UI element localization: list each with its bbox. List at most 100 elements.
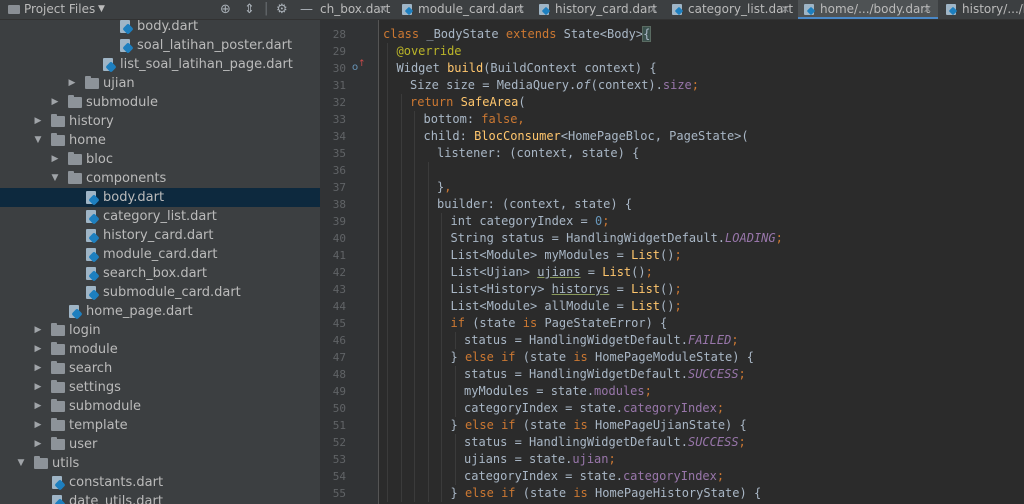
- tree-folder[interactable]: ▶ module: [0, 340, 320, 359]
- chevron-down-icon[interactable]: ▼: [33, 131, 43, 150]
- dart-file-icon: [119, 20, 133, 33]
- chevron-right-icon[interactable]: ▶: [33, 416, 43, 435]
- editor-tab[interactable]: module_card.dart ✕: [396, 0, 531, 19]
- implements-arrow-icon[interactable]: ↑: [358, 60, 366, 69]
- toolbar-separator: |: [264, 1, 269, 16]
- collapse-icon[interactable]: ⇕: [244, 1, 255, 18]
- line-number: 34: [332, 130, 346, 143]
- tree-file[interactable]: module_card.dart: [0, 245, 320, 264]
- chevron-right-icon[interactable]: ▶: [50, 93, 60, 112]
- tree-file[interactable]: list_soal_latihan_page.dart: [0, 55, 320, 74]
- close-icon[interactable]: ✕: [649, 0, 658, 19]
- chevron-right-icon[interactable]: ▶: [33, 321, 43, 340]
- code-token: (context).: [590, 78, 663, 92]
- code-token: ;: [691, 78, 700, 92]
- tree-folder[interactable]: ▶ bloc: [0, 150, 320, 169]
- tree-folder[interactable]: ▶ user: [0, 435, 320, 454]
- line-number: 45: [332, 317, 346, 330]
- code-token: class: [383, 27, 427, 41]
- tree-folder[interactable]: ▶ settings: [0, 378, 320, 397]
- folder-icon: [51, 133, 65, 146]
- indent-guide: [441, 213, 442, 502]
- close-icon[interactable]: ✕: [516, 0, 525, 19]
- editor-tab[interactable]: history_card.dart ✕: [533, 0, 664, 19]
- tree-item-label: submodule_card.dart: [103, 285, 241, 300]
- chevron-right-icon[interactable]: ▶: [50, 150, 60, 169]
- crosshair-icon[interactable]: ⊕: [220, 1, 231, 18]
- editor-tab[interactable]: ch_box.dart ✕: [320, 0, 394, 19]
- tree-file[interactable]: history_card.dart: [0, 226, 320, 245]
- tree-folder[interactable]: ▶ template: [0, 416, 320, 435]
- code-token: else if: [464, 418, 523, 432]
- tree-item-label: body.dart: [137, 19, 199, 34]
- code-token: extends: [505, 27, 564, 41]
- tree-file[interactable]: constants.dart: [0, 473, 320, 492]
- chevron-right-icon[interactable]: ▶: [33, 112, 43, 131]
- folder-icon: [34, 456, 48, 469]
- chevron-right-icon[interactable]: ▶: [33, 397, 43, 416]
- code-token: (): [660, 299, 675, 313]
- chevron-right-icon[interactable]: ▶: [33, 435, 43, 454]
- tree-file[interactable]: date_utils.dart: [0, 492, 320, 504]
- code-token: Widget: [396, 61, 448, 75]
- gear-icon[interactable]: ⚙: [276, 1, 288, 18]
- tree-folder[interactable]: ▶ login: [0, 321, 320, 340]
- code-line: int categoryIndex = 0;: [451, 213, 610, 230]
- tree-item-label: date_utils.dart: [69, 494, 163, 504]
- tree-item-label: list_soal_latihan_page.dart: [120, 57, 293, 72]
- dart-file-icon: [804, 4, 814, 15]
- close-icon[interactable]: ✕: [781, 0, 790, 19]
- tree-folder[interactable]: ▶ search: [0, 359, 320, 378]
- code-line: listener: (context, state) {: [437, 145, 639, 162]
- code-line: class _BodyState extends State<Body>{: [383, 26, 652, 43]
- tree-folder[interactable]: ▶ ujian: [0, 74, 320, 93]
- code-token: SUCCESS: [687, 435, 739, 449]
- code-token: SafeArea: [460, 95, 519, 109]
- tree-folder[interactable]: ▼ utils: [0, 454, 320, 473]
- tree-item-label: submodule: [86, 95, 158, 110]
- tree-file[interactable]: search_box.dart: [0, 264, 320, 283]
- editor-tab[interactable]: history/.../body: [940, 0, 1024, 19]
- chevron-right-icon[interactable]: ▶: [33, 378, 43, 397]
- code-token: List: [631, 248, 661, 262]
- line-number: 28: [332, 28, 346, 41]
- tree-item-label: bloc: [86, 152, 113, 167]
- code-token: size: [662, 78, 692, 92]
- code-token: ;: [608, 452, 616, 466]
- tree-folder[interactable]: ▼ home: [0, 131, 320, 150]
- editor-tab[interactable]: home/.../body.dart ✕: [798, 0, 938, 19]
- tree-file[interactable]: body.dart: [0, 188, 320, 207]
- folder-icon: [68, 95, 82, 108]
- tree-folder[interactable]: ▶ history: [0, 112, 320, 131]
- tree-file[interactable]: home_page.dart: [0, 302, 320, 321]
- tree-file[interactable]: soal_latihan_poster.dart: [0, 36, 320, 55]
- code-token: ujians = state.: [464, 452, 573, 466]
- tree-file[interactable]: submodule_card.dart: [0, 283, 320, 302]
- editor-tab[interactable]: category_list.dart ✕: [666, 0, 796, 19]
- chevron-right-icon[interactable]: ▶: [67, 74, 77, 93]
- chevron-right-icon[interactable]: ▶: [33, 340, 43, 359]
- code-editor[interactable]: class _BodyState extends State<Body>{@ov…: [380, 20, 1024, 504]
- line-number: 30: [332, 62, 346, 75]
- code-token: SUCCESS: [687, 367, 739, 381]
- chevron-down-icon[interactable]: ▼: [98, 1, 105, 18]
- project-view-selector[interactable]: Project Files: [24, 1, 95, 18]
- chevron-down-icon[interactable]: ▼: [16, 454, 26, 473]
- code-line: if (state is PageStateError) {: [451, 315, 668, 332]
- tree-item-label: module_card.dart: [103, 247, 218, 262]
- close-icon[interactable]: ✕: [379, 0, 388, 19]
- chevron-right-icon[interactable]: ▶: [33, 359, 43, 378]
- line-number: 54: [332, 470, 346, 483]
- tree-file[interactable]: body.dart: [0, 17, 320, 36]
- tree-folder[interactable]: ▼ components: [0, 169, 320, 188]
- tree-folder[interactable]: ▶ submodule: [0, 93, 320, 112]
- line-number: 50: [332, 402, 346, 415]
- code-token: status = HandlingWidgetDefault.: [464, 333, 688, 347]
- code-token: ;: [674, 299, 682, 313]
- minimize-icon[interactable]: —: [300, 1, 313, 18]
- close-icon[interactable]: ✕: [923, 0, 932, 19]
- chevron-down-icon[interactable]: ▼: [50, 169, 60, 188]
- code-token: categoryIndex: [622, 469, 717, 483]
- tree-folder[interactable]: ▶ submodule: [0, 397, 320, 416]
- tree-file[interactable]: category_list.dart: [0, 207, 320, 226]
